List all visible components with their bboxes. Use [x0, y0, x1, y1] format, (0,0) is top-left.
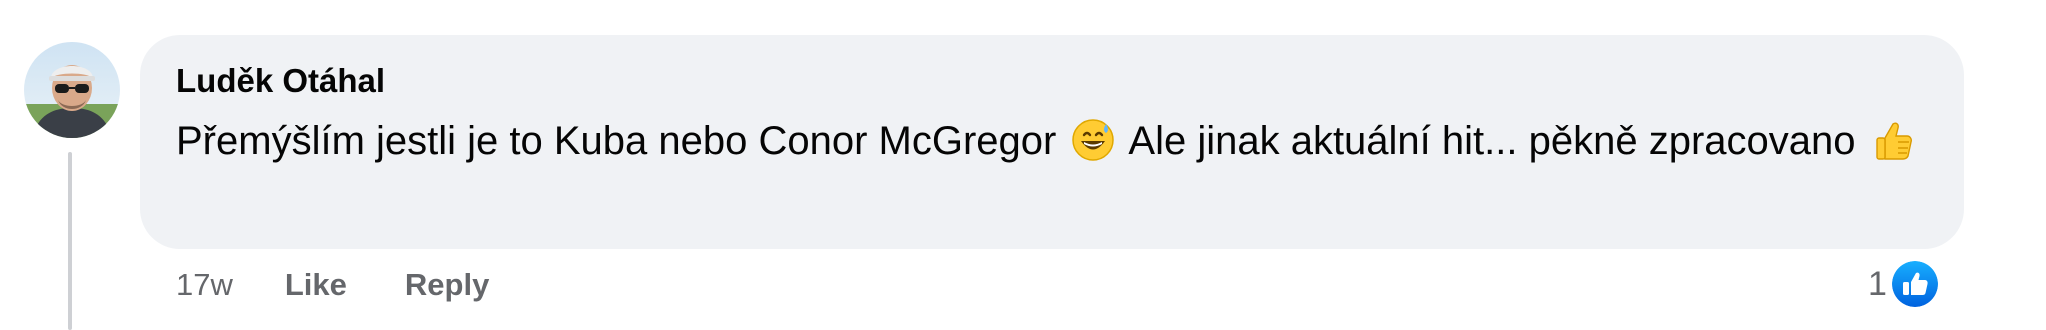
- comment-text-part2: Ale jinak aktuální hit... pěkně zpracova…: [1128, 119, 1856, 163]
- reaction-summary[interactable]: 1: [1868, 256, 1941, 312]
- comment-bubble: Luděk Otáhal Přemýšlím jestli je to Kuba…: [140, 35, 1964, 249]
- comment-text: Přemýšlím jestli je to Kuba nebo Conor M…: [176, 111, 1936, 171]
- avatar-image: [24, 42, 120, 138]
- grinning-sweat-emoji: [1071, 118, 1115, 162]
- comment-text-part1: Přemýšlím jestli je to Kuba nebo Conor M…: [176, 119, 1057, 163]
- comment-actions: 17w Like Reply: [176, 262, 547, 308]
- thumbs-up-emoji: [1871, 118, 1915, 162]
- comment-timestamp[interactable]: 17w: [176, 267, 233, 303]
- reaction-count: 1: [1868, 264, 1887, 303]
- like-button[interactable]: Like: [285, 267, 347, 303]
- avatar[interactable]: [24, 42, 120, 138]
- reply-button[interactable]: Reply: [405, 267, 489, 303]
- like-reaction-icon: [1888, 258, 1941, 310]
- comment: Luděk Otáhal Přemýšlím jestli je to Kuba…: [0, 0, 2046, 330]
- thread-line: [68, 152, 72, 330]
- comment-author[interactable]: Luděk Otáhal: [176, 61, 1928, 101]
